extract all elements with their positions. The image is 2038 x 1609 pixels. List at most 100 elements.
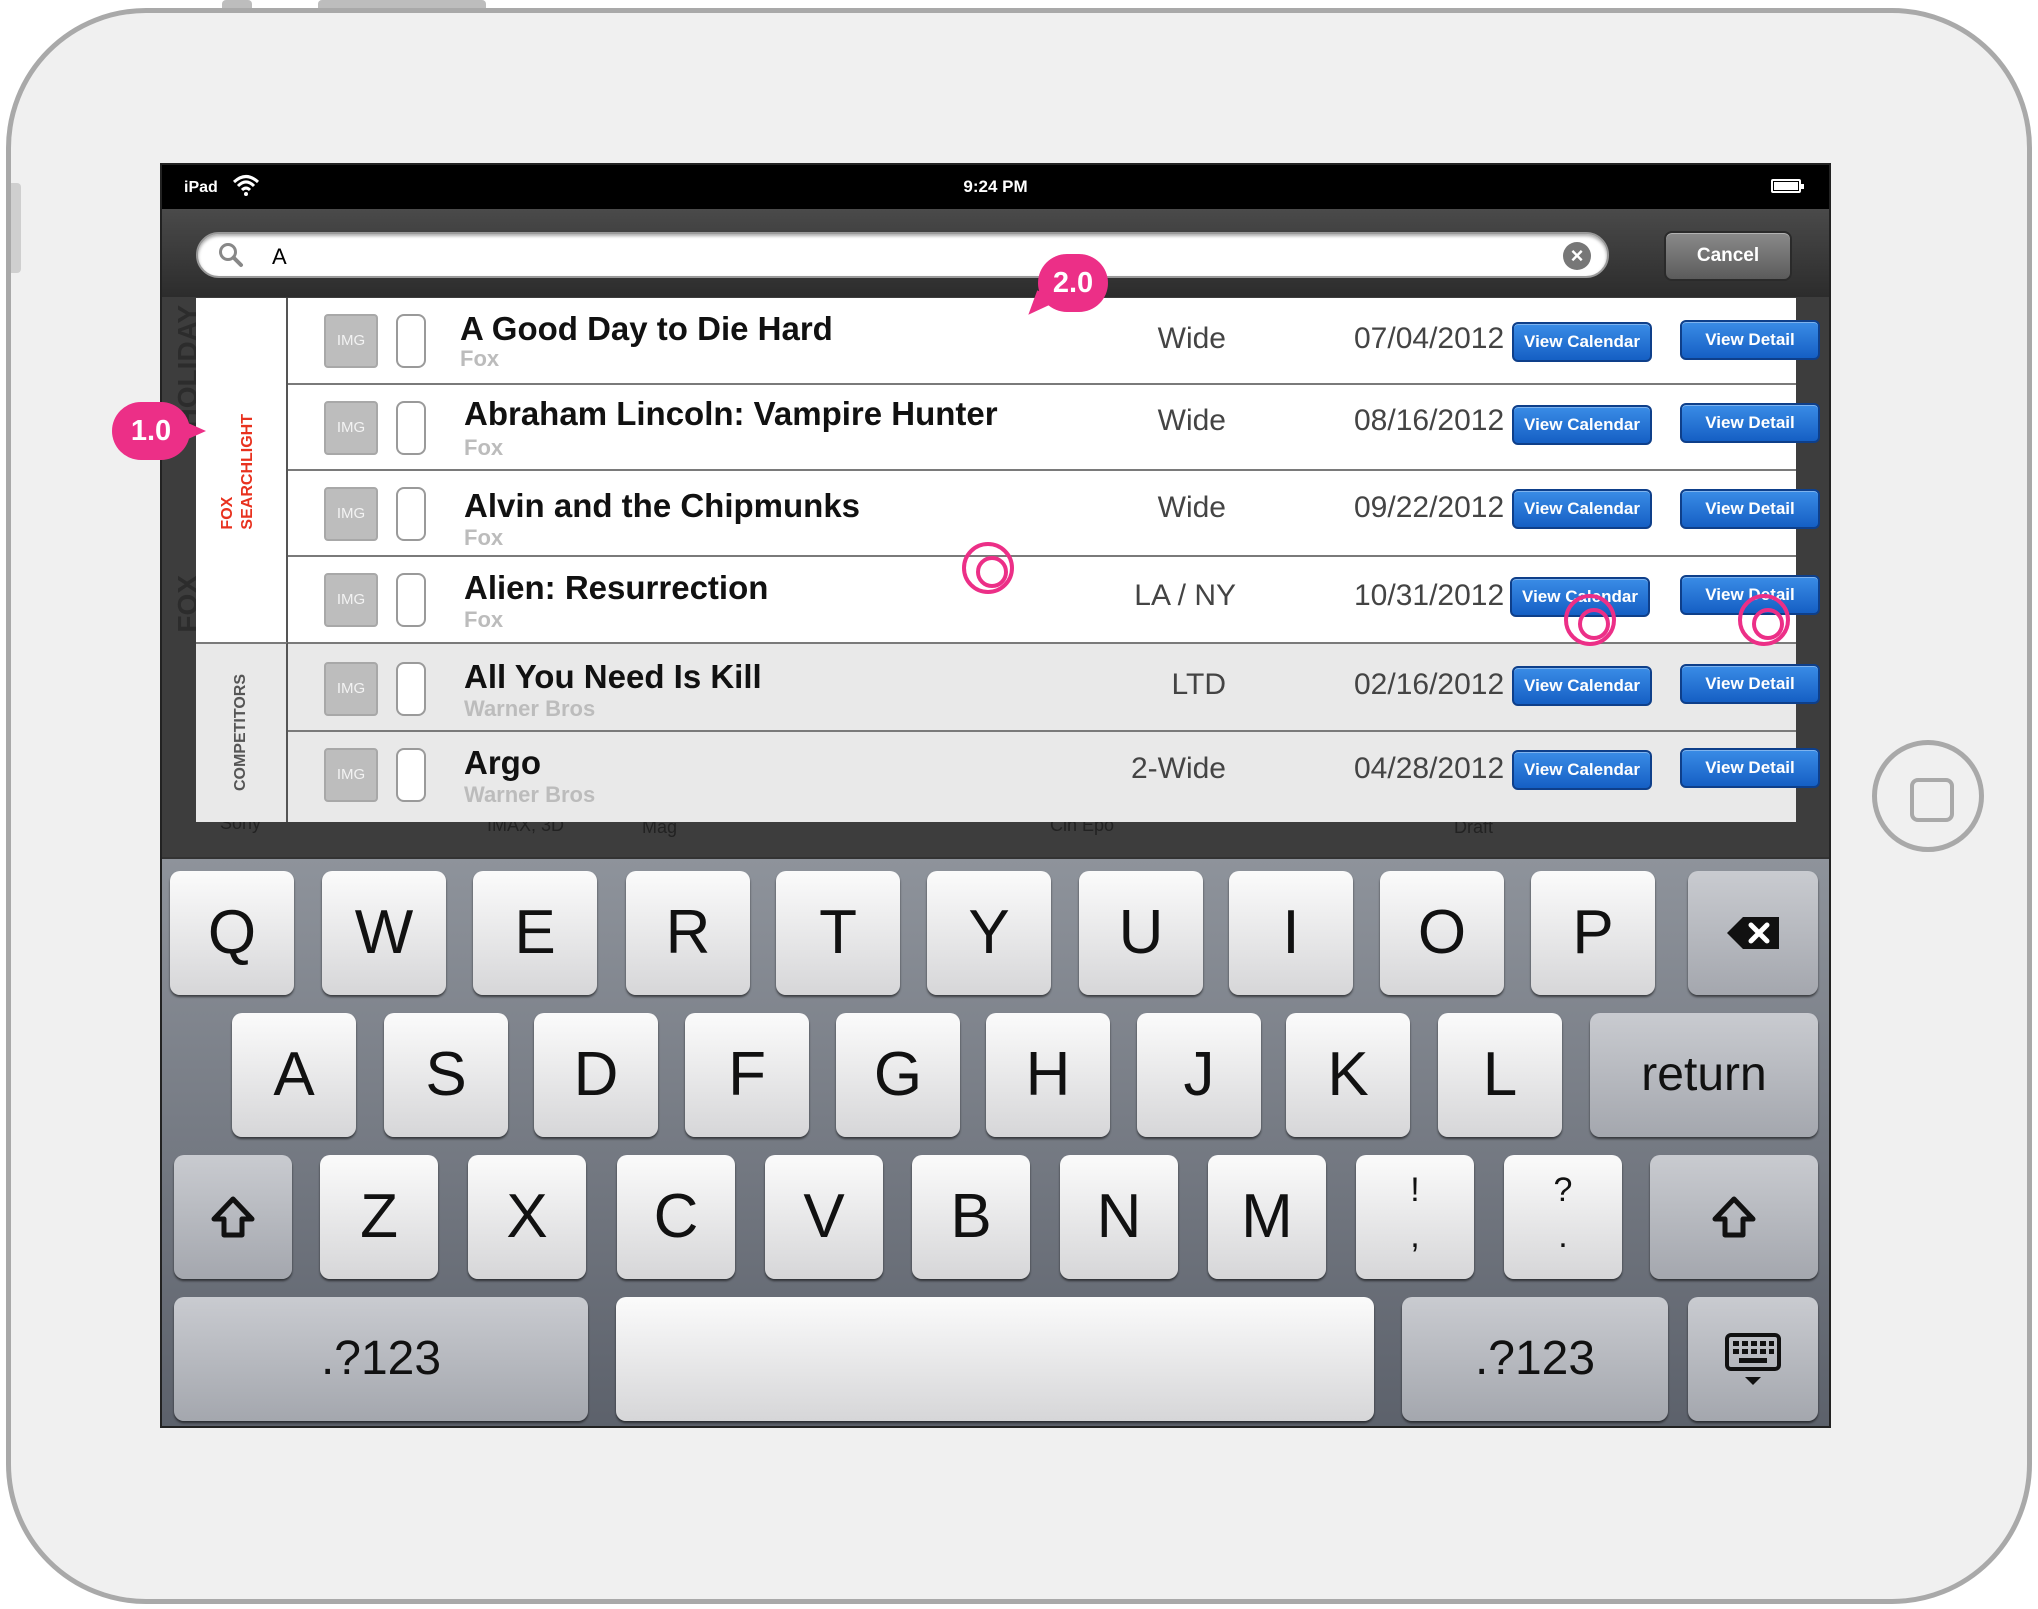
clear-search-icon[interactable]: × — [1563, 242, 1591, 270]
movie-studio: Fox — [460, 346, 500, 371]
key-z[interactable]: Z — [320, 1155, 438, 1279]
thumbnail-placeholder: IMG — [324, 401, 378, 455]
key-c[interactable]: C — [617, 1155, 735, 1279]
key-q[interactable]: Q — [170, 871, 294, 995]
movie-title: A Good Day to Die Hard — [460, 310, 833, 347]
search-input[interactable]: A × — [196, 232, 1609, 278]
key-exclamation-comma[interactable]: !, — [1356, 1155, 1474, 1279]
thumbnail-placeholder: IMG — [324, 573, 378, 627]
view-calendar-button[interactable]: View Calendar — [1512, 666, 1652, 706]
key-question-period[interactable]: ?. — [1504, 1155, 1622, 1279]
key-g[interactable]: G — [836, 1013, 960, 1137]
select-checkbox[interactable] — [396, 748, 426, 802]
key-w[interactable]: W — [322, 871, 446, 995]
thumbnail-placeholder: IMG — [324, 662, 378, 716]
key-h[interactable]: H — [986, 1013, 1110, 1137]
release-type: LTD — [1171, 668, 1226, 701]
key-u[interactable]: U — [1079, 871, 1203, 995]
result-row[interactable]: IMG Abraham Lincoln: Vampire Hunter Fox … — [288, 385, 1820, 471]
key-n[interactable]: N — [1060, 1155, 1178, 1279]
release-date: 02/16/2012 — [1354, 668, 1505, 701]
result-row[interactable]: IMG Argo Warner Bros 2-Wide 04/28/2012 V… — [288, 732, 1820, 822]
key-b[interactable]: B — [912, 1155, 1030, 1279]
key-s[interactable]: S — [384, 1013, 508, 1137]
return-key[interactable]: return — [1590, 1013, 1818, 1137]
key-d[interactable]: D — [534, 1013, 658, 1137]
key-r[interactable]: R — [626, 871, 750, 995]
view-calendar-button[interactable]: View Calendar — [1512, 322, 1652, 362]
key-k[interactable]: K — [1286, 1013, 1410, 1137]
status-time: 9:24 PM — [963, 177, 1028, 196]
key-t[interactable]: T — [776, 871, 900, 995]
volume-button — [11, 183, 21, 273]
key-e[interactable]: E — [473, 871, 597, 995]
tap-indicator-icon — [1564, 594, 1616, 646]
dismiss-keyboard-key[interactable] — [1688, 1297, 1818, 1421]
result-row[interactable]: IMG Alvin and the Chipmunks Fox Wide 09/… — [288, 471, 1820, 557]
movie-title: Alvin and the Chipmunks — [464, 487, 861, 524]
select-checkbox[interactable] — [396, 314, 426, 368]
numbers-key-right[interactable]: .?123 — [1402, 1297, 1668, 1421]
key-o[interactable]: O — [1380, 871, 1504, 995]
thumbnail-placeholder: IMG — [324, 314, 378, 368]
view-detail-button[interactable]: View Detail — [1680, 748, 1820, 788]
movie-title: Alien: Resurrection — [464, 569, 769, 606]
key-y[interactable]: Y — [927, 871, 1051, 995]
movie-title: All You Need Is Kill — [464, 658, 762, 695]
key-m[interactable]: M — [1208, 1155, 1326, 1279]
release-type: LA / NY — [1134, 579, 1236, 612]
cancel-button[interactable]: Cancel — [1664, 231, 1792, 281]
release-date: 07/04/2012 — [1354, 322, 1505, 355]
status-bar: iPad 9:24 PM — [162, 165, 1829, 209]
key-f[interactable]: F — [685, 1013, 809, 1137]
view-detail-button[interactable]: View Detail — [1680, 664, 1820, 704]
key-l[interactable]: L — [1438, 1013, 1562, 1137]
space-key[interactable] — [616, 1297, 1374, 1421]
release-date: 04/28/2012 — [1354, 752, 1505, 785]
battery-icon — [1771, 179, 1804, 193]
search-bar: A × Cancel — [162, 209, 1829, 297]
onscreen-keyboard: Q W E R T Y U I O P A S D F G H J K L re… — [162, 857, 1829, 1426]
view-calendar-button[interactable]: View Calendar — [1512, 750, 1652, 790]
select-checkbox[interactable] — [396, 662, 426, 716]
result-row[interactable]: IMG All You Need Is Kill Warner Bros LTD… — [288, 642, 1820, 732]
key-p[interactable]: P — [1531, 871, 1655, 995]
key-v[interactable]: V — [765, 1155, 883, 1279]
movie-title: Abraham Lincoln: Vampire Hunter — [464, 395, 998, 432]
select-checkbox[interactable] — [396, 487, 426, 541]
screen: iPad 9:24 PM A × Cancel HOLIDAY FOX Sony… — [160, 163, 1831, 1428]
numbers-key-left[interactable]: .?123 — [174, 1297, 588, 1421]
release-date: 10/31/2012 — [1354, 579, 1505, 612]
view-detail-button[interactable]: View Detail — [1680, 489, 1820, 529]
section-label-competitors: COMPETITORS — [232, 674, 249, 792]
key-a[interactable]: A — [232, 1013, 356, 1137]
release-type: Wide — [1157, 491, 1226, 524]
thumbnail-placeholder: IMG — [324, 748, 378, 802]
search-value: A — [272, 244, 287, 269]
select-checkbox[interactable] — [396, 573, 426, 627]
section-fox-searchlight: FOX SEARCHLIGHT — [196, 298, 288, 642]
search-icon — [218, 242, 244, 268]
view-detail-button[interactable]: View Detail — [1680, 320, 1820, 360]
shift-key-left[interactable] — [174, 1155, 292, 1279]
home-button[interactable] — [1872, 740, 1984, 852]
release-type: Wide — [1157, 404, 1226, 437]
view-calendar-button[interactable]: View Calendar — [1512, 489, 1652, 529]
key-j[interactable]: J — [1137, 1013, 1261, 1137]
view-calendar-button[interactable]: View Calendar — [1512, 405, 1652, 445]
release-type: Wide — [1157, 322, 1226, 355]
key-x[interactable]: X — [468, 1155, 586, 1279]
movie-studio: Fox — [464, 525, 504, 550]
delete-icon — [1727, 917, 1779, 949]
shift-key-right[interactable] — [1650, 1155, 1818, 1279]
tap-indicator-icon — [1738, 594, 1790, 646]
select-checkbox[interactable] — [396, 401, 426, 455]
keyboard-dismiss-icon — [1725, 1333, 1781, 1385]
view-detail-button[interactable]: View Detail — [1680, 403, 1820, 443]
movie-studio: Fox — [464, 435, 504, 460]
annotation-marker-1: 1.0 — [112, 402, 206, 460]
release-date: 08/16/2012 — [1354, 404, 1505, 437]
key-i[interactable]: I — [1229, 871, 1353, 995]
backspace-key[interactable] — [1688, 871, 1818, 995]
release-date: 09/22/2012 — [1354, 491, 1505, 524]
